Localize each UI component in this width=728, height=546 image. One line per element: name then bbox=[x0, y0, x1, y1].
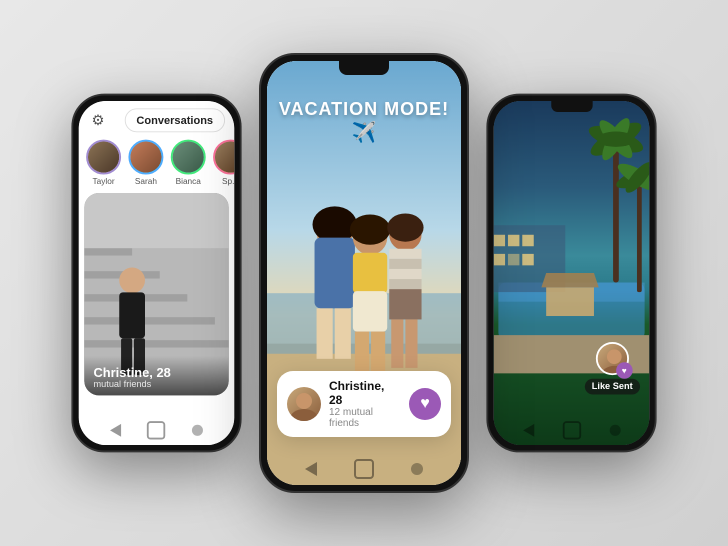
avatar-photo bbox=[130, 141, 161, 172]
story-circle-sarah bbox=[128, 140, 163, 175]
story-circle-sp bbox=[213, 140, 234, 175]
back-button[interactable] bbox=[305, 462, 317, 476]
plane-icon: ✈️ bbox=[352, 122, 377, 144]
like-sent-heart-icon: ♥ bbox=[616, 362, 633, 379]
avatar-photo bbox=[215, 141, 234, 172]
home-button[interactable] bbox=[147, 421, 165, 439]
home-button[interactable] bbox=[354, 459, 374, 479]
profile-card[interactable]: Christine, 28 mutual friends bbox=[84, 193, 228, 395]
card-info: Christine, 28 mutual friends bbox=[84, 356, 228, 396]
story-item[interactable]: Sp... bbox=[213, 140, 234, 186]
back-button[interactable] bbox=[523, 424, 534, 437]
vacation-banner: VACATION MODE! ✈️ bbox=[267, 99, 461, 145]
profile-mutual-friends: 12 mutual friends bbox=[329, 407, 401, 429]
profile-name: Christine, 28 bbox=[329, 379, 401, 407]
notch bbox=[339, 61, 389, 75]
right-nav-bar bbox=[494, 421, 649, 439]
recents-button[interactable] bbox=[411, 463, 423, 475]
profile-info: Christine, 28 12 mutual friends bbox=[329, 379, 401, 429]
center-nav-bar bbox=[267, 459, 461, 479]
story-item[interactable]: Taylor bbox=[86, 140, 121, 186]
center-bottom-card: Christine, 28 12 mutual friends ♥ bbox=[277, 371, 451, 437]
profile-avatar bbox=[287, 387, 321, 421]
center-phone: VACATION MODE! ✈️ Christine, 28 bbox=[259, 53, 469, 493]
avatar-photo bbox=[88, 141, 119, 172]
left-phone: ⚙ Conversations Taylor bbox=[71, 94, 241, 453]
story-name-taylor: Taylor bbox=[93, 176, 115, 185]
center-phone-screen: VACATION MODE! ✈️ Christine, 28 bbox=[267, 61, 461, 485]
left-phone-screen: ⚙ Conversations Taylor bbox=[79, 101, 234, 445]
right-phone: ♥ Like Sent bbox=[486, 94, 656, 453]
scene: ⚙ Conversations Taylor bbox=[0, 0, 728, 546]
avatar-photo bbox=[173, 141, 204, 172]
stories-row: Taylor Sarah Bianca bbox=[79, 136, 234, 193]
story-item[interactable]: Sarah bbox=[128, 140, 163, 186]
heart-icon: ♥ bbox=[622, 366, 627, 375]
home-button[interactable] bbox=[562, 421, 580, 439]
like-sent-label: Like Sent bbox=[584, 379, 640, 395]
right-phone-screen: ♥ Like Sent bbox=[494, 101, 649, 445]
story-name-bianca: Bianca bbox=[176, 176, 201, 185]
story-item[interactable]: Bianca bbox=[171, 140, 206, 186]
story-name-sarah: Sarah bbox=[135, 176, 157, 185]
card-name: Christine, 28 bbox=[93, 365, 219, 380]
left-top-bar: ⚙ Conversations bbox=[79, 101, 234, 136]
story-circle-bianca bbox=[171, 140, 206, 175]
like-sent-overlay: ♥ Like Sent bbox=[584, 342, 640, 394]
heart-icon: ♥ bbox=[420, 395, 430, 413]
recents-button[interactable] bbox=[609, 425, 620, 436]
notch bbox=[551, 101, 592, 112]
conversations-tab[interactable]: Conversations bbox=[124, 108, 225, 132]
back-button[interactable] bbox=[110, 424, 121, 437]
card-sub: mutual friends bbox=[93, 380, 219, 390]
like-sent-avatar-container: ♥ bbox=[596, 342, 629, 375]
story-circle-taylor bbox=[86, 140, 121, 175]
left-nav-bar bbox=[79, 421, 234, 439]
like-button[interactable]: ♥ bbox=[409, 388, 441, 420]
gear-icon[interactable]: ⚙ bbox=[88, 110, 108, 130]
vacation-mode-text: VACATION MODE! bbox=[279, 99, 449, 119]
recents-button[interactable] bbox=[192, 425, 203, 436]
story-name-sp: Sp... bbox=[222, 176, 234, 185]
